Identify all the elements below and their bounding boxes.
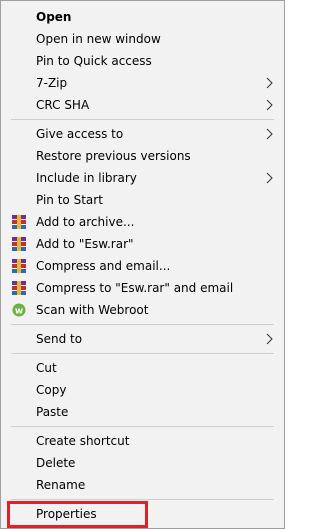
menu-item-label: Copy bbox=[36, 383, 67, 397]
menu-item-rename[interactable]: Rename bbox=[1, 474, 284, 496]
menu-item-crc-sha[interactable]: CRC SHA bbox=[1, 94, 284, 116]
menu-item-give-access[interactable]: Give access to bbox=[1, 123, 284, 145]
menu-item-send-to[interactable]: Send to bbox=[1, 328, 284, 350]
menu-item-label: CRC SHA bbox=[36, 98, 90, 112]
menu-item-label: Paste bbox=[36, 405, 69, 419]
menu-item-label: Add to "Esw.rar" bbox=[36, 237, 134, 251]
menu-item-add-to-archive[interactable]: Add to archive... bbox=[1, 211, 284, 233]
menu-item-label: Pin to Start bbox=[36, 193, 103, 207]
menu-separator bbox=[11, 499, 274, 500]
menu-item-label: Scan with Webroot bbox=[36, 303, 149, 317]
menu-item-label: Restore previous versions bbox=[36, 149, 191, 163]
menu-item-label: Rename bbox=[36, 478, 86, 492]
menu-item-compress-and-email[interactable]: Compress and email... bbox=[1, 255, 284, 277]
context-menu: Open Open in new window Pin to Quick acc… bbox=[0, 0, 285, 529]
properties-highlight-box bbox=[7, 501, 148, 528]
menu-item-restore-previous-versions[interactable]: Restore previous versions bbox=[1, 145, 284, 167]
menu-item-cut[interactable]: Cut bbox=[1, 357, 284, 379]
menu-item-label: Compress and email... bbox=[36, 259, 171, 273]
menu-item-label: Send to bbox=[36, 332, 83, 346]
chevron-right-icon bbox=[266, 77, 273, 89]
menu-item-compress-esw-and-email[interactable]: Compress to "Esw.rar" and email bbox=[1, 277, 284, 299]
menu-separator bbox=[11, 324, 274, 325]
winrar-icon bbox=[12, 281, 26, 295]
menu-item-label: Add to archive... bbox=[36, 215, 135, 229]
chevron-right-icon bbox=[266, 128, 273, 140]
menu-item-paste[interactable]: Paste bbox=[1, 401, 284, 423]
menu-item-copy[interactable]: Copy bbox=[1, 379, 284, 401]
menu-separator bbox=[11, 119, 274, 120]
menu-item-label: 7-Zip bbox=[36, 76, 68, 90]
menu-item-label: Pin to Quick access bbox=[36, 54, 152, 68]
menu-item-label: Compress to "Esw.rar" and email bbox=[36, 281, 234, 295]
menu-item-pin-quick-access[interactable]: Pin to Quick access bbox=[1, 50, 284, 72]
winrar-icon bbox=[12, 215, 26, 229]
menu-item-pin-to-start[interactable]: Pin to Start bbox=[1, 189, 284, 211]
menu-separator bbox=[11, 426, 274, 427]
menu-item-delete[interactable]: Delete bbox=[1, 452, 284, 474]
menu-item-label: Cut bbox=[36, 361, 57, 375]
winrar-icon bbox=[12, 259, 26, 273]
menu-item-scan-with-webroot[interactable]: w Scan with Webroot bbox=[1, 299, 284, 321]
menu-item-add-to-esw-rar[interactable]: Add to "Esw.rar" bbox=[1, 233, 284, 255]
winrar-icon bbox=[12, 237, 26, 251]
menu-item-open-new-window[interactable]: Open in new window bbox=[1, 28, 284, 50]
menu-item-label: Create shortcut bbox=[36, 434, 130, 448]
webroot-icon: w bbox=[12, 303, 26, 317]
menu-item-label: Delete bbox=[36, 456, 76, 470]
chevron-right-icon bbox=[266, 333, 273, 345]
menu-item-open[interactable]: Open bbox=[1, 6, 284, 28]
menu-item-label: Open in new window bbox=[36, 32, 161, 46]
menu-separator bbox=[11, 353, 274, 354]
chevron-right-icon bbox=[266, 99, 273, 111]
menu-item-label: Give access to bbox=[36, 127, 124, 141]
menu-item-label: Open bbox=[36, 10, 72, 24]
chevron-right-icon bbox=[266, 172, 273, 184]
svg-text:w: w bbox=[15, 307, 23, 317]
menu-item-include-in-library[interactable]: Include in library bbox=[1, 167, 284, 189]
menu-item-create-shortcut[interactable]: Create shortcut bbox=[1, 430, 284, 452]
menu-item-7zip[interactable]: 7-Zip bbox=[1, 72, 284, 94]
menu-item-label: Include in library bbox=[36, 171, 137, 185]
